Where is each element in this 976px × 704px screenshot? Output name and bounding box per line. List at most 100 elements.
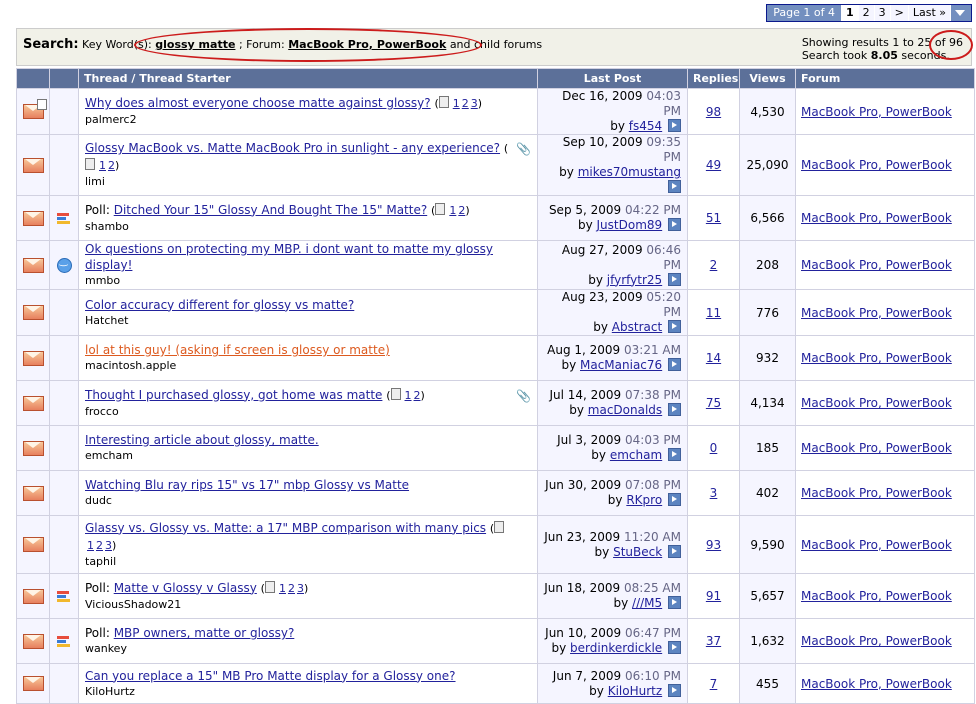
mini-page-link[interactable]: 1 xyxy=(449,204,456,217)
forum-link[interactable]: MacBook Pro, PowerBook xyxy=(801,211,952,225)
last-poster-link[interactable]: JustDom89 xyxy=(597,218,663,232)
header-thread[interactable]: Thread / Thread Starter xyxy=(78,68,538,89)
last-poster-link[interactable]: KiloHurtz xyxy=(608,684,662,698)
thread-title-link[interactable]: Glassy vs. Glossy vs. Matte: a 17" MBP c… xyxy=(85,521,486,535)
thread-title-link[interactable]: Color accuracy different for glossy vs m… xyxy=(85,298,354,312)
thread-title-link[interactable]: Matte v Glossy v Glassy xyxy=(114,581,257,595)
last-poster-link[interactable]: MacManiac76 xyxy=(580,358,662,372)
replies-link[interactable]: 91 xyxy=(706,589,721,603)
forum-link[interactable]: MacBook Pro, PowerBook xyxy=(801,105,952,119)
go-to-post-icon[interactable] xyxy=(668,493,681,506)
thread-starter[interactable]: shambo xyxy=(85,219,531,235)
header-forum[interactable]: Forum xyxy=(795,68,975,89)
header-views[interactable]: Views xyxy=(739,68,796,89)
mini-page-link[interactable]: 2 xyxy=(108,159,115,172)
forum-link[interactable]: MacBook Pro, PowerBook xyxy=(801,538,952,552)
mini-page-link[interactable]: 1 xyxy=(87,539,94,552)
search-forum-link[interactable]: MacBook Pro, PowerBook xyxy=(288,38,446,51)
mini-page-link[interactable]: 2 xyxy=(288,582,295,595)
replies-link[interactable]: 2 xyxy=(710,258,718,272)
thread-starter[interactable]: Hatchet xyxy=(85,313,531,329)
last-poster-link[interactable]: macDonalds xyxy=(588,403,662,417)
last-poster-link[interactable]: fs454 xyxy=(629,119,662,133)
last-poster-link[interactable]: mikes70mustang xyxy=(578,165,681,179)
thread-title-link[interactable]: Ditched Your 15" Glossy And Bought The 1… xyxy=(114,203,428,217)
replies-link[interactable]: 7 xyxy=(710,677,718,691)
thread-starter[interactable]: ViciousShadow21 xyxy=(85,597,531,613)
thread-title-link[interactable]: Interesting article about glossy, matte. xyxy=(85,433,319,447)
go-to-post-icon[interactable] xyxy=(668,320,681,333)
thread-starter[interactable]: macintosh.apple xyxy=(85,358,531,374)
mini-page-link[interactable]: 2 xyxy=(414,389,421,402)
header-last-post[interactable]: Last Post xyxy=(537,68,688,89)
mini-page-link[interactable]: 2 xyxy=(96,539,103,552)
header-replies[interactable]: Replies xyxy=(687,68,740,89)
last-poster-link[interactable]: berdinkerdickle xyxy=(570,641,662,655)
replies-link[interactable]: 37 xyxy=(706,634,721,648)
mini-page-link[interactable]: 1 xyxy=(453,97,460,110)
go-to-post-icon[interactable] xyxy=(668,683,681,697)
go-to-post-icon[interactable] xyxy=(668,596,681,609)
mini-page-link[interactable]: 3 xyxy=(105,539,112,552)
go-to-post-icon[interactable] xyxy=(668,272,681,286)
replies-link[interactable]: 75 xyxy=(706,396,721,410)
thread-starter[interactable]: taphil xyxy=(85,554,531,570)
forum-link[interactable]: MacBook Pro, PowerBook xyxy=(801,589,952,603)
thread-starter[interactable]: mmbo xyxy=(85,273,531,289)
thread-starter[interactable]: palmerc2 xyxy=(85,112,531,128)
go-to-post-icon[interactable] xyxy=(668,544,681,558)
go-to-post-icon[interactable] xyxy=(668,358,681,371)
mini-page-link[interactable]: 3 xyxy=(297,582,304,595)
thread-starter[interactable]: limi xyxy=(85,174,531,190)
thread-title-link[interactable]: Ok questions on protecting my MBP. i don… xyxy=(85,242,493,272)
replies-link[interactable]: 0 xyxy=(710,441,718,455)
replies-link[interactable]: 93 xyxy=(706,538,721,552)
page-menu-button[interactable] xyxy=(950,5,971,21)
last-poster-link[interactable]: Abstract xyxy=(612,320,662,334)
thread-title-link[interactable]: MBP owners, matte or glossy? xyxy=(114,626,295,640)
forum-link[interactable]: MacBook Pro, PowerBook xyxy=(801,486,952,500)
go-to-post-icon[interactable] xyxy=(668,403,681,416)
last-poster-link[interactable]: StuBeck xyxy=(613,545,662,559)
replies-link[interactable]: 98 xyxy=(706,105,721,119)
mini-page-link[interactable]: 1 xyxy=(99,159,106,172)
page-link-3[interactable]: 3 xyxy=(873,5,890,21)
thread-title-link[interactable]: lol at this guy! (asking if screen is gl… xyxy=(85,343,390,357)
forum-link[interactable]: MacBook Pro, PowerBook xyxy=(801,158,952,172)
thread-title-link[interactable]: Can you replace a 15" MB Pro Matte displ… xyxy=(85,669,456,683)
thread-starter[interactable]: dudc xyxy=(85,493,531,509)
forum-link[interactable]: MacBook Pro, PowerBook xyxy=(801,351,952,365)
thread-title-link[interactable]: Thought I purchased glossy, got home was… xyxy=(85,388,382,402)
mini-page-link[interactable]: 3 xyxy=(471,97,478,110)
replies-link[interactable]: 51 xyxy=(706,211,721,225)
go-to-post-icon[interactable] xyxy=(668,180,681,193)
mini-page-link[interactable]: 2 xyxy=(458,204,465,217)
thread-title-link[interactable]: Glossy MacBook vs. Matte MacBook Pro in … xyxy=(85,141,500,155)
replies-link[interactable]: 14 xyxy=(706,351,721,365)
go-to-post-icon[interactable] xyxy=(668,641,681,654)
thread-starter[interactable]: frocco xyxy=(85,404,531,420)
go-to-post-icon[interactable] xyxy=(668,119,681,132)
thread-starter[interactable]: KiloHurtz xyxy=(85,684,531,700)
thread-starter[interactable]: wankey xyxy=(85,641,531,657)
replies-link[interactable]: 11 xyxy=(706,306,721,320)
thread-title-link[interactable]: Why does almost everyone choose matte ag… xyxy=(85,96,431,110)
replies-link[interactable]: 3 xyxy=(710,486,718,500)
last-poster-link[interactable]: RKpro xyxy=(626,493,662,507)
last-poster-link[interactable]: emcham xyxy=(610,448,662,462)
page-last-button[interactable]: Last » xyxy=(907,5,950,21)
forum-link[interactable]: MacBook Pro, PowerBook xyxy=(801,258,952,272)
search-keywords-link[interactable]: glossy matte xyxy=(155,38,235,51)
page-link-2[interactable]: 2 xyxy=(857,5,874,21)
forum-link[interactable]: MacBook Pro, PowerBook xyxy=(801,441,952,455)
thread-starter[interactable]: emcham xyxy=(85,448,531,464)
last-poster-link[interactable]: ///M5 xyxy=(632,596,662,610)
mini-page-link[interactable]: 2 xyxy=(462,97,469,110)
thread-title-link[interactable]: Watching Blu ray rips 15" vs 17" mbp Glo… xyxy=(85,478,409,492)
forum-link[interactable]: MacBook Pro, PowerBook xyxy=(801,396,952,410)
forum-link[interactable]: MacBook Pro, PowerBook xyxy=(801,634,952,648)
forum-link[interactable]: MacBook Pro, PowerBook xyxy=(801,306,952,320)
go-to-post-icon[interactable] xyxy=(668,448,681,461)
replies-link[interactable]: 49 xyxy=(706,158,721,172)
page-next-button[interactable]: > xyxy=(889,5,908,21)
